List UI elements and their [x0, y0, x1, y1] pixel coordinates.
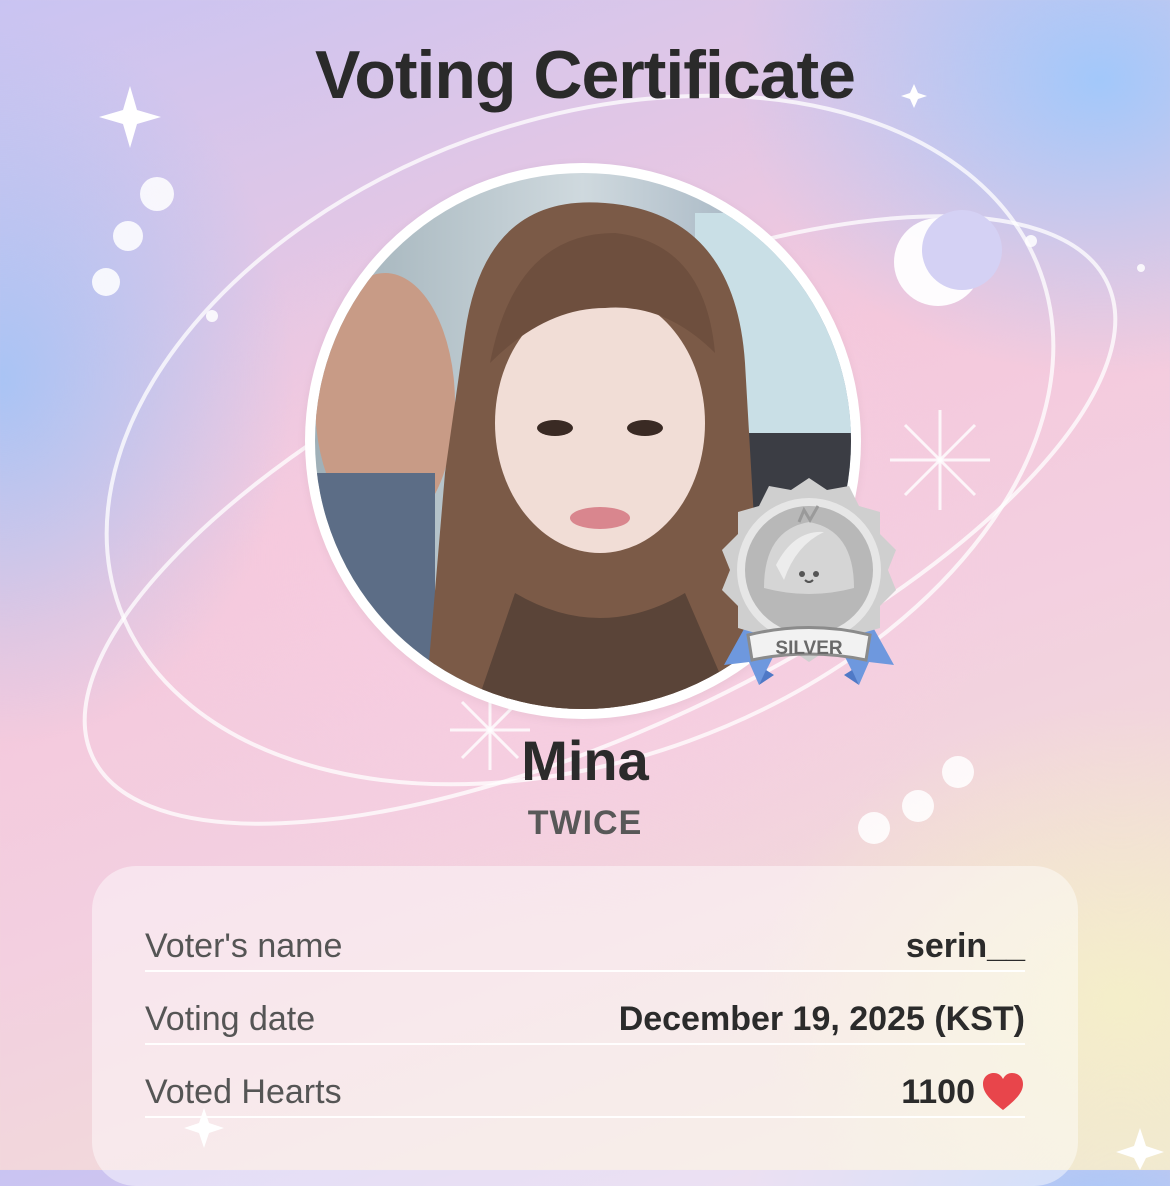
detail-row-voting-date: Voting date December 19, 2025 (KST) [145, 983, 1025, 1045]
detail-value-wrap: 1100 [901, 1072, 1025, 1116]
silver-badge: SILVER [722, 478, 896, 685]
hearts-count: 1100 [901, 1072, 975, 1111]
moon-icon [894, 210, 1002, 306]
detail-row-voter-name: Voter's name serin__ [145, 910, 1025, 972]
badge-label: SILVER [775, 638, 842, 659]
detail-label: Voting date [145, 1000, 316, 1038]
detail-row-voted-hearts: Voted Hearts 1100 [145, 1056, 1025, 1118]
detail-value: serin__ [905, 927, 1025, 965]
heart-icon [983, 1073, 1023, 1110]
detail-label: Voter's name [145, 927, 343, 965]
detail-value: December 19, 2025 (KST) [618, 1000, 1025, 1038]
certificate-title: Voting Certificate [315, 37, 856, 113]
detail-label: Voted Hearts [145, 1073, 342, 1111]
artist-name: Mina [521, 729, 649, 792]
artist-group: TWICE [527, 804, 643, 842]
